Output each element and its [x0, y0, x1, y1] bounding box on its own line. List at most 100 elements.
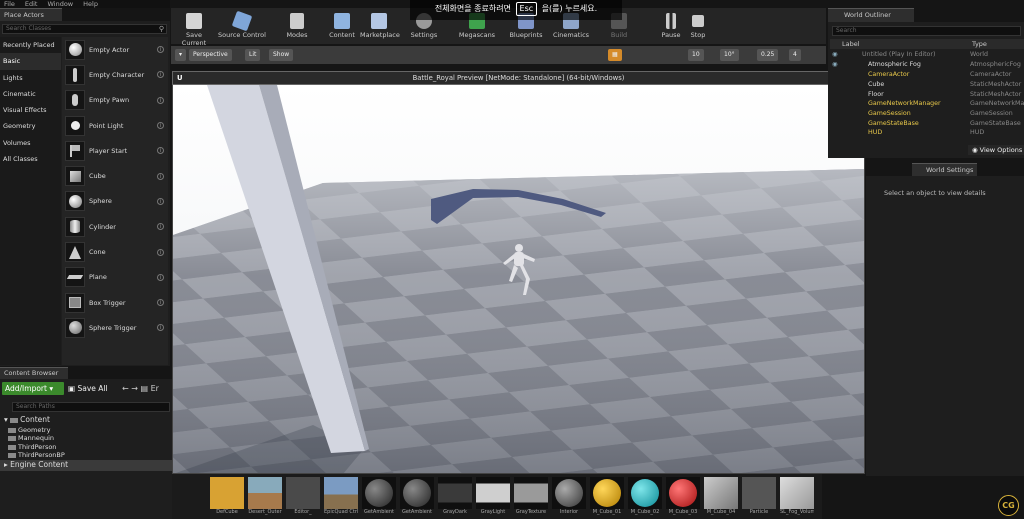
asset-tile[interactable]: GetAmbient — [400, 477, 434, 519]
asset-tile[interactable]: M_Cube_04 — [704, 477, 738, 519]
actor-item-empty-character[interactable]: Empty Character i — [62, 62, 168, 87]
info-icon[interactable]: i — [157, 96, 164, 104]
menu-edit[interactable]: Edit — [25, 0, 38, 8]
category-recently-placed[interactable]: Recently Placed — [0, 37, 61, 53]
asset-tile[interactable]: SL_Fog_Volume — [780, 477, 814, 519]
actor-item-sphere-trigger[interactable]: Sphere Trigger i — [62, 315, 168, 340]
info-icon[interactable]: i — [157, 172, 164, 180]
asset-tile[interactable]: Editor_ — [286, 477, 320, 519]
grid-snap-toggle[interactable]: ▦ — [608, 49, 622, 61]
view-options-button[interactable]: ◉ View Options — [968, 145, 1024, 155]
actor-item-empty-actor[interactable]: Empty Actor i — [62, 37, 168, 62]
outliner-row[interactable]: GameSession GameSession — [830, 109, 1024, 119]
outliner-row[interactable]: ◉ Untitled (Play In Editor) World — [830, 50, 1024, 60]
category-cinematic[interactable]: Cinematic — [0, 86, 61, 102]
tree-item-geometry[interactable]: Geometry — [0, 426, 172, 434]
actor-item-plane[interactable]: Plane i — [62, 265, 168, 290]
column-label[interactable]: Label — [842, 39, 860, 49]
outliner-row[interactable]: HUD HUD — [830, 128, 1024, 138]
perspective-button[interactable]: Perspective — [189, 49, 232, 61]
asset-tile[interactable]: Interior — [552, 477, 586, 519]
info-icon[interactable]: i — [157, 46, 164, 54]
path-text[interactable]: Er — [151, 384, 159, 393]
eye-icon[interactable]: ◉ — [832, 60, 838, 70]
outliner-row[interactable]: CameraActor CameraActor — [830, 70, 1024, 80]
viewport-menu-button[interactable]: ▾ — [175, 49, 187, 61]
info-icon[interactable]: i — [157, 299, 164, 307]
class-search-input[interactable]: Search Classes ⚲ — [2, 24, 167, 34]
game-viewport[interactable] — [172, 85, 865, 474]
scale-snap-value[interactable]: 0.25 — [757, 49, 779, 61]
asset-tile[interactable]: Desert_Outer — [248, 477, 282, 519]
grid-size-value[interactable]: 10 — [688, 49, 704, 61]
actor-item-sphere[interactable]: Sphere i — [62, 189, 168, 214]
pause-button[interactable]: Pause — [659, 10, 683, 44]
outliner-row[interactable]: ◉ Atmospheric Fog AtmosphericFog — [830, 60, 1024, 70]
folder-path-icon[interactable]: ▤ — [141, 384, 149, 393]
actor-item-cone[interactable]: Cone i — [62, 239, 168, 264]
actor-item-box-trigger[interactable]: Box Trigger i — [62, 290, 168, 315]
place-actors-tab[interactable]: Place Actors — [0, 8, 62, 21]
save-all-button[interactable]: ▣ Save All — [68, 382, 118, 395]
modes-button[interactable]: Modes — [281, 10, 313, 44]
game-window-titlebar[interactable]: U Battle_Royal Preview [NetMode: Standal… — [172, 71, 865, 85]
column-type[interactable]: Type — [972, 39, 987, 49]
eye-icon[interactable]: ◉ — [832, 50, 838, 60]
marketplace-button[interactable]: Marketplace — [360, 10, 400, 44]
info-icon[interactable]: i — [157, 324, 164, 332]
asset-tile[interactable]: EpicQuad Ctrl — [324, 477, 358, 519]
category-basic[interactable]: Basic — [0, 53, 61, 70]
outliner-search-input[interactable]: Search — [832, 26, 1021, 36]
tree-root-content[interactable]: ▾ Content — [0, 415, 172, 424]
info-icon[interactable]: i — [157, 71, 164, 79]
save-current-button[interactable]: Save Current — [175, 10, 213, 47]
tree-item-mannequin[interactable]: Mannequin — [0, 434, 172, 442]
tree-root-engine-content[interactable]: ▸ Engine Content — [0, 460, 172, 471]
stop-button[interactable]: Stop — [686, 10, 710, 44]
lit-button[interactable]: Lit — [245, 49, 261, 61]
back-arrow-icon[interactable]: ← — [122, 384, 129, 393]
asset-tile[interactable]: M_Cube_01 — [590, 477, 624, 519]
category-all-classes[interactable]: All Classes — [0, 151, 61, 167]
info-icon[interactable]: i — [157, 273, 164, 281]
category-geometry[interactable]: Geometry — [0, 118, 61, 134]
source-control-button[interactable]: Source Control — [217, 10, 267, 44]
info-icon[interactable]: i — [157, 248, 164, 256]
forward-arrow-icon[interactable]: → — [131, 384, 138, 393]
actor-item-point-light[interactable]: Point Light i — [62, 113, 168, 138]
asset-tile[interactable]: Particle — [742, 477, 776, 519]
info-icon[interactable]: i — [157, 197, 164, 205]
info-icon[interactable]: i — [157, 147, 164, 155]
world-outliner-tab[interactable]: World Outliner — [828, 8, 914, 22]
category-lights[interactable]: Lights — [0, 70, 61, 86]
actor-item-cylinder[interactable]: Cylinder i — [62, 214, 168, 239]
tree-item-thirdpersonbp[interactable]: ThirdPersonBP — [0, 451, 172, 459]
outliner-row[interactable]: Cube StaticMeshActor — [830, 80, 1024, 90]
asset-tile[interactable]: GrayTexture — [514, 477, 548, 519]
category-volumes[interactable]: Volumes — [0, 135, 61, 151]
path-search-input[interactable]: Search Paths — [12, 402, 170, 412]
world-settings-tab[interactable]: World Settings — [912, 163, 977, 176]
camera-speed-value[interactable]: 4 — [789, 49, 801, 61]
category-visual-effects[interactable]: Visual Effects — [0, 102, 61, 118]
add-import-button[interactable]: Add/Import ▾ — [2, 382, 64, 395]
content-button[interactable]: Content — [324, 10, 360, 44]
actor-item-empty-pawn[interactable]: Empty Pawn i — [62, 88, 168, 113]
info-icon[interactable]: i — [157, 223, 164, 231]
actor-item-player-start[interactable]: Player Start i — [62, 138, 168, 163]
menu-window[interactable]: Window — [47, 0, 73, 8]
tree-item-thirdperson[interactable]: ThirdPerson — [0, 443, 172, 451]
menu-help[interactable]: Help — [83, 0, 98, 8]
asset-tile[interactable]: GetAmbient — [362, 477, 396, 519]
show-button[interactable]: Show — [269, 49, 294, 61]
asset-tile[interactable]: GrayDark — [438, 477, 472, 519]
outliner-row[interactable]: GameNetworkManager GameNetworkMar — [830, 99, 1024, 109]
info-icon[interactable]: i — [157, 122, 164, 130]
asset-tile[interactable]: M_Cube_03 — [666, 477, 700, 519]
rotation-snap-value[interactable]: 10° — [720, 49, 739, 61]
asset-tile[interactable]: GrayLight — [476, 477, 510, 519]
menu-file[interactable]: File — [4, 0, 15, 8]
actor-item-cube[interactable]: Cube i — [62, 163, 168, 188]
asset-tile[interactable]: DefCube — [210, 477, 244, 519]
asset-tile[interactable]: M_Cube_02 — [628, 477, 662, 519]
